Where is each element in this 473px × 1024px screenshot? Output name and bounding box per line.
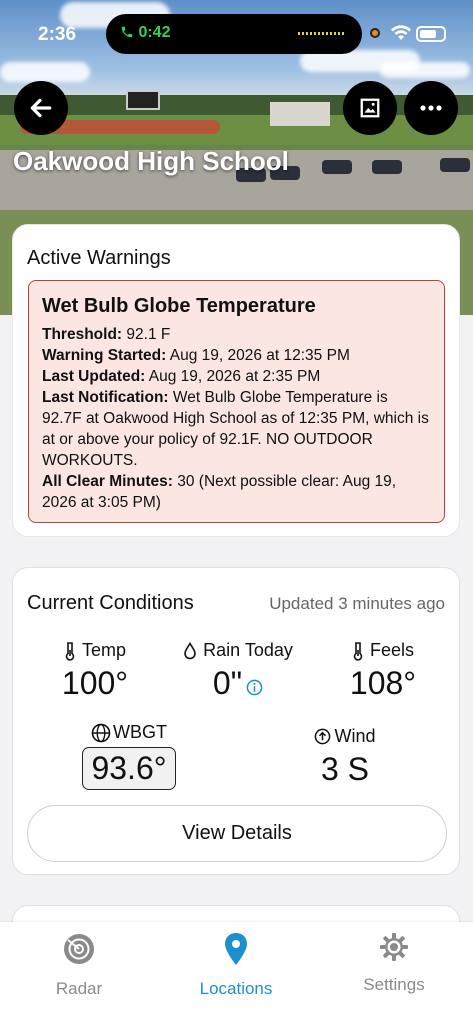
image-icon (360, 98, 380, 118)
temp-value: 100° (61, 665, 129, 701)
phone-icon (121, 26, 133, 38)
arrow-up-circle-icon (315, 728, 331, 745)
rain-metric: Rain Today 0" (171, 640, 305, 702)
wind-label: Wind (334, 726, 376, 746)
arrow-left-icon (30, 98, 52, 118)
recording-dot-icon (370, 28, 380, 38)
current-conditions-card: Current Conditions Updated 3 minutes ago… (12, 567, 460, 875)
image-button[interactable] (343, 81, 397, 135)
raindrop-icon (184, 641, 196, 659)
wind-value: 3 S (320, 751, 370, 787)
call-indicator: 0:42 (120, 24, 170, 42)
tab-radar-label: Radar (55, 979, 103, 998)
info-icon[interactable] (246, 679, 263, 696)
feels-metric: Feels 108° (331, 640, 435, 702)
wifi-icon (391, 25, 411, 40)
wbgt-metric[interactable]: WBGT 93.6° (69, 722, 189, 790)
page-title: Oakwood High School (13, 146, 289, 176)
thermometer-icon (65, 641, 75, 661)
feels-value: 108° (349, 665, 417, 701)
tab-locations[interactable]: Locations (176, 932, 296, 999)
warning-started: Warning Started: Aug 19, 2026 at 12:35 P… (42, 347, 350, 364)
temp-label: Temp (81, 640, 126, 660)
call-timer: 0:42 (138, 24, 171, 41)
wbgt-value: 93.6° (82, 747, 176, 790)
rain-value: 0" (212, 665, 243, 701)
radar-icon (64, 934, 94, 964)
conditions-updated: Updated 3 minutes ago (269, 594, 445, 613)
active-warnings-card: Active Warnings Wet Bulb Globe Temperatu… (12, 224, 460, 537)
warning-all-clear: All Clear Minutes: 30 (Next possible cle… (42, 473, 397, 511)
status-bar: 2:36 0:42 (0, 0, 473, 64)
warning-notification: Last Notification: Wet Bulb Globe Temper… (42, 389, 429, 469)
conditions-title: Current Conditions (27, 592, 194, 614)
tab-bar: Radar Locations Settings (0, 922, 473, 1024)
warning-updated: Last Updated: Aug 19, 2026 at 2:35 PM (42, 368, 321, 385)
view-details-button[interactable]: View Details (27, 805, 447, 862)
dynamic-island[interactable]: 0:42 (106, 14, 362, 54)
location-pin-icon (225, 933, 247, 965)
gear-icon (380, 933, 408, 961)
tab-settings-label: Settings (363, 975, 425, 994)
ellipsis-icon (420, 105, 442, 111)
tab-radar[interactable]: Radar (19, 932, 139, 999)
school-sign (126, 90, 160, 110)
clock: 2:36 (38, 24, 77, 45)
warning-title: Wet Bulb Globe Temperature (42, 295, 316, 317)
wind-metric: Wind 3 S (295, 726, 395, 788)
warning-alert[interactable]: Wet Bulb Globe Temperature Threshold: 92… (28, 280, 445, 523)
warnings-heading: Active Warnings (27, 247, 171, 269)
wbgt-label: WBGT (113, 722, 167, 742)
feels-label: Feels (369, 640, 414, 660)
thermometer-icon (353, 641, 363, 661)
rain-label: Rain Today (203, 640, 293, 660)
more-button[interactable] (404, 81, 458, 135)
temp-metric: Temp 100° (39, 640, 151, 702)
warning-threshold: Threshold: 92.1 F (42, 326, 171, 343)
back-button[interactable] (14, 81, 68, 135)
tab-settings[interactable]: Settings (334, 932, 454, 995)
globe-icon (91, 723, 111, 742)
battery-icon (416, 26, 446, 42)
tab-locations-label: Locations (199, 979, 273, 998)
audio-waveform (298, 32, 346, 35)
